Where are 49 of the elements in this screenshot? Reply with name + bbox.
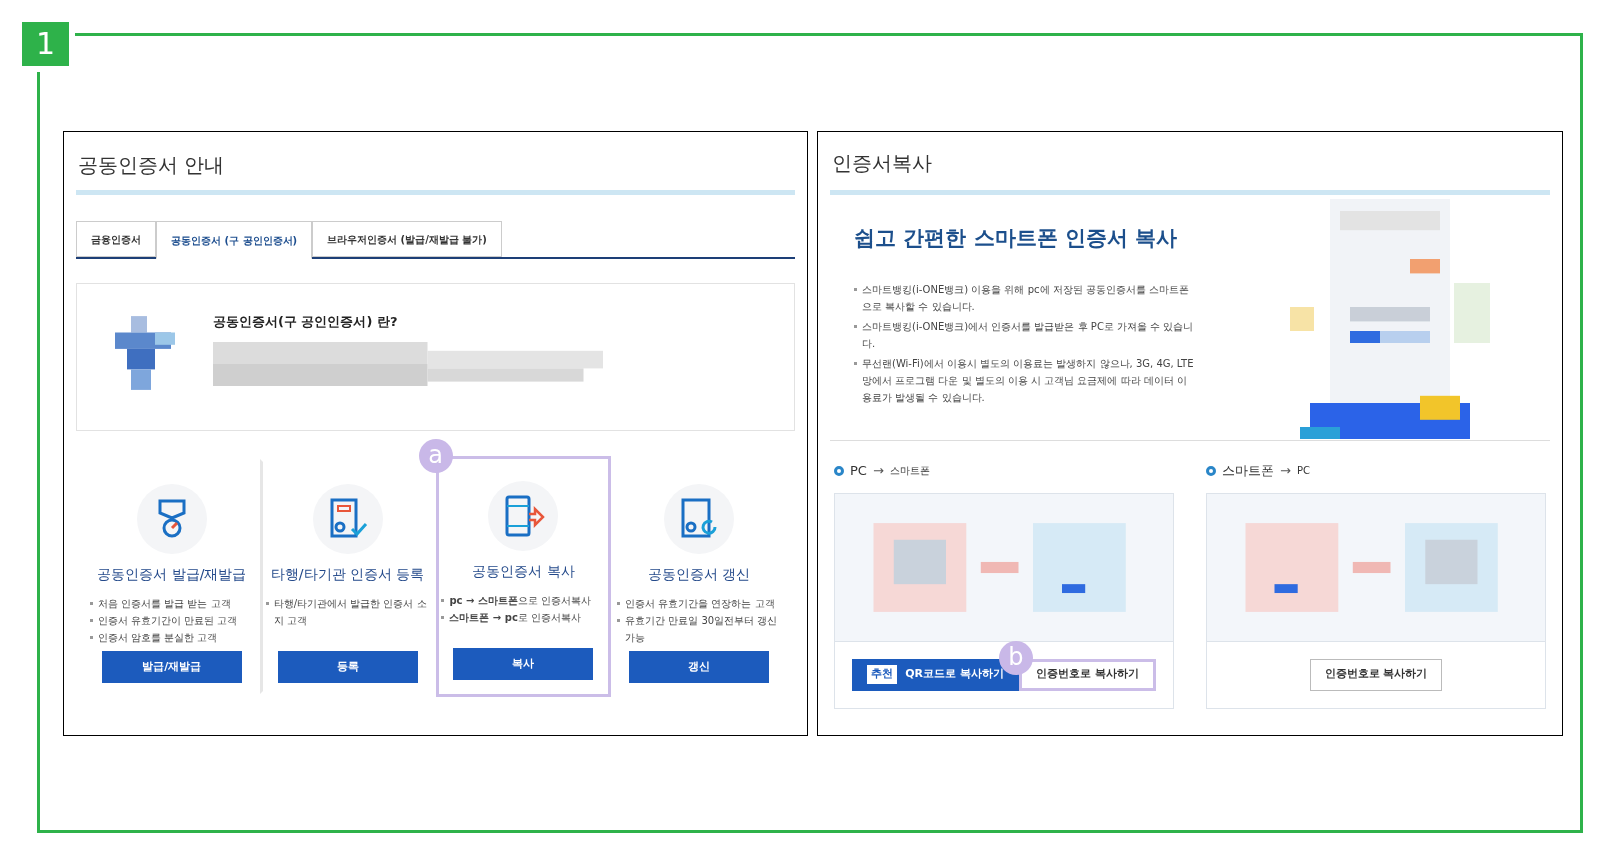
direction-from: PC [850,462,867,480]
bullet-icon [617,602,621,605]
bullet-icon [89,619,93,622]
service-title: 공동인증서 발급/재발급 [97,565,247,584]
direction-to: 스마트폰 [889,464,930,479]
bullet-text: 처음 인증서를 발급 받는 고객 [97,597,231,611]
bullet-text: 무선랜(Wi-Fi)에서 이용시 별도의 이용료는 발생하지 않으나, 3G, 4G, LTE망에서 프로그램 다운 및 별도의 이용 시 고객님 요금제에 따라 데이터 이용료가 발생될 수 있습니다. [862,356,1194,405]
bullet-text: pc → 스마트폰으로 인증서복사 [449,594,591,608]
service-button[interactable]: 발급/재발급 [101,651,242,683]
panel-title: 공동인증서 안내 [78,152,226,179]
bullet-ring-icon [1206,465,1216,476]
annotation-marker: a [418,439,453,473]
service-button[interactable]: 갱신 [629,651,770,683]
bullet-icon [854,287,857,291]
step-badge: 1 [22,22,69,66]
panel-title: 인증서복사 [832,150,933,177]
bullet-text: 인증서 유효기간을 연장하는 고객 [625,597,775,611]
bullet-icon [617,619,621,622]
headline: 쉽고 간편한 스마트폰 인증서 복사 [854,225,1179,252]
tab[interactable]: 공동인증서 (구 공인인증서) [156,221,313,259]
direction-to: PC [1296,464,1310,479]
bullet-icon [441,616,445,619]
direction-arrow: → [872,462,884,480]
bullet-icon [89,636,93,639]
bullet-icon [265,602,269,605]
service-button[interactable]: 등록 [277,651,418,683]
service-title: 공동인증서 갱신 [647,565,751,584]
direction-from: 스마트폰 [1222,462,1274,480]
bullet-text: 스마트뱅킹(i-ONE뱅크)에서 인증서를 발급받은 후 PC로 가져올 수 있습니다. [862,319,1194,351]
direction-arrow: → [1280,462,1291,480]
service-title: 타행/타기관 인증서 등록 [270,565,425,584]
bullet-icon [441,599,445,602]
tab[interactable]: 브라우저인증서 (발급/재발급 불가) [312,221,502,257]
bullet-icon [854,361,857,365]
copy-button[interactable]: 인증번호로 복사하기 [1309,658,1443,691]
recommend-badge: 추천 [867,665,898,684]
service-title: 공동인증서 복사 [472,562,575,581]
bullet-text: 인증서 암호를 분실한 고객 [97,631,218,645]
bullet-text: 스마트뱅킹(i-ONE뱅크) 이용을 위해 pc에 저장된 공동인증서를 스마트폰으로 복사할 수 있습니다. [862,282,1191,314]
tab[interactable]: 금융인증서 [76,221,156,257]
bullet-icon [89,602,93,605]
bullet-text: 유효기간 만료일 30일전부터 갱신가능 [625,614,779,645]
info-heading: 공동인증서(구 공인인증서) 란? [213,313,399,331]
bullet-icon [854,324,857,328]
service-button[interactable]: 복사 [453,648,594,680]
bullet-ring-icon [834,465,844,476]
bullet-text: 인증서 유효기간이 만료된 고객 [97,614,238,628]
bullet-text: 스마트폰 → pc로 인증서복사 [449,611,581,625]
bullet-text: 타행/타기관에서 발급한 인증서 소지 고객 [273,597,428,628]
